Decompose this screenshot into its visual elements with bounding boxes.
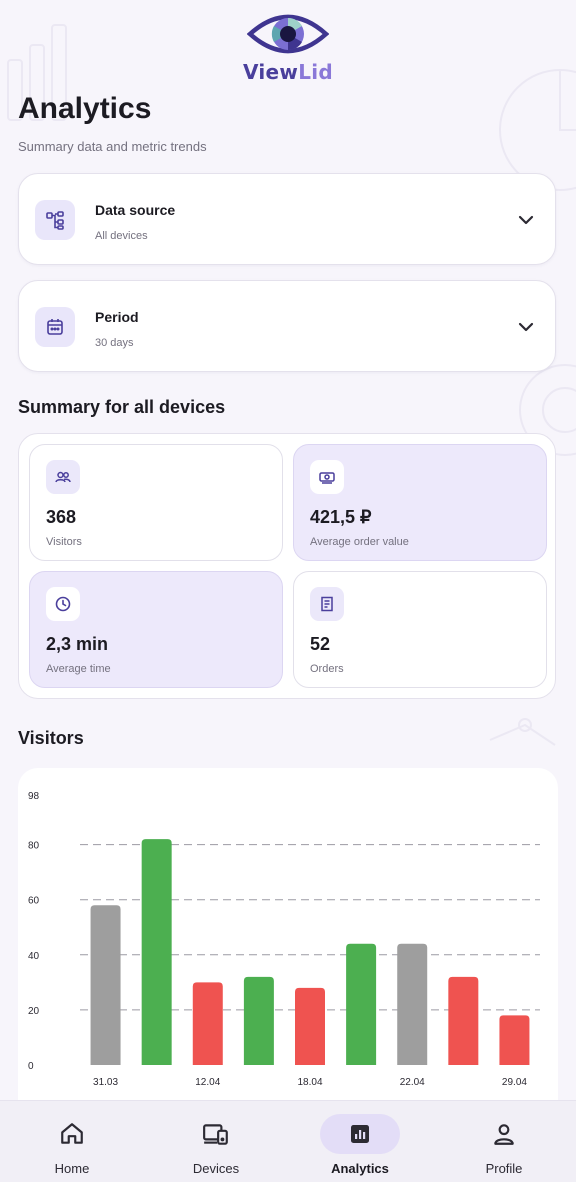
metric-label: Average order value [310,536,409,548]
data-source-label: Data source [95,202,176,218]
nav-label: Analytics [331,1161,389,1176]
x-tick-label: 18.04 [297,1077,322,1088]
visitors-bar-chart: 0 20 40 60 80 98 31.03 12.04 18.04 22.04 29.04 [28,791,540,1088]
metric-label: Orders [310,663,344,675]
y-tick-label: 98 [28,791,40,802]
chart-bar[interactable] [397,943,428,1065]
nav-home[interactable]: Home [0,1101,144,1182]
visitors-title: Visitors [18,728,84,748]
chart-bar[interactable] [243,976,274,1065]
logo-text-lid: Lid [298,60,334,84]
data-source-value: All devices [95,230,148,242]
eye-logo-icon [247,14,329,54]
chart-bar[interactable] [90,905,121,1065]
y-tick-label: 20 [28,1006,40,1017]
chart-bar[interactable] [141,839,172,1065]
data-source-select[interactable]: Data source All devices [18,173,556,265]
users-icon [46,460,80,494]
x-tick-label: 29.04 [502,1077,527,1088]
nav-devices[interactable]: Devices [144,1101,288,1182]
x-tick-label: 22.04 [400,1077,425,1088]
chart-bar[interactable] [448,976,479,1065]
y-tick-label: 60 [28,896,40,907]
chart-bar[interactable] [295,987,325,1065]
page-subtitle: Summary data and metric trends [18,139,207,154]
metric-value: 52 [310,634,331,654]
logo-text-view: View [242,60,299,84]
app-logo: ViewLid [0,10,576,84]
analytics-icon [351,1125,369,1143]
nav-label: Devices [192,1161,240,1176]
metric-label: Visitors [46,536,82,548]
chart-bar[interactable] [499,1015,530,1065]
home-icon [61,1123,83,1144]
metric-value: 368 [46,507,77,527]
x-tick-label: 12.04 [195,1077,220,1088]
period-value: 30 days [95,337,134,349]
nav-analytics[interactable]: Analytics [288,1101,432,1182]
summary-title: Summary for all devices [18,397,226,417]
metric-value: 2,3 min [46,634,109,654]
hierarchy-icon [35,200,75,240]
period-select[interactable]: Period 30 days [18,280,556,372]
chart-bar[interactable] [346,943,377,1065]
chevron-down-icon [518,215,534,225]
period-label: Period [95,309,139,325]
profile-icon [494,1124,514,1145]
metric-visitors: 368 Visitors [29,444,283,561]
y-tick-label: 80 [28,841,40,852]
metric-average-order-value: 421,5 ₽ Average order value [293,444,547,561]
metric-average-time: 2,3 min Average time [29,571,283,688]
chart-bar[interactable] [192,982,223,1065]
clock-icon [46,587,80,621]
metric-value: 421,5 ₽ [310,507,372,527]
y-tick-label: 0 [28,1061,34,1072]
metric-orders: 52 Orders [293,571,547,688]
nav-label: Home [54,1161,90,1176]
nav-label: Profile [485,1161,523,1176]
visitors-chart-card: 0 20 40 60 80 98 31.03 12.04 18.04 22.04 29.04 [18,768,558,1128]
receipt-icon [310,587,344,621]
y-tick-label: 40 [28,951,40,962]
money-icon [310,460,344,494]
calendar-icon [35,307,75,347]
nav-profile[interactable]: Profile [432,1101,576,1182]
metric-label: Average time [46,663,111,675]
logo-wordmark: ViewLid [0,60,576,84]
devices-icon [203,1124,228,1145]
bottom-navigation: Home Devices Analytics Profile [0,1100,576,1182]
x-tick-label: 31.03 [93,1077,118,1088]
summary-card: 368 Visitors 421,5 ₽ Average order value… [18,433,556,699]
chevron-down-icon [518,322,534,332]
page-title: Analytics [18,92,152,125]
